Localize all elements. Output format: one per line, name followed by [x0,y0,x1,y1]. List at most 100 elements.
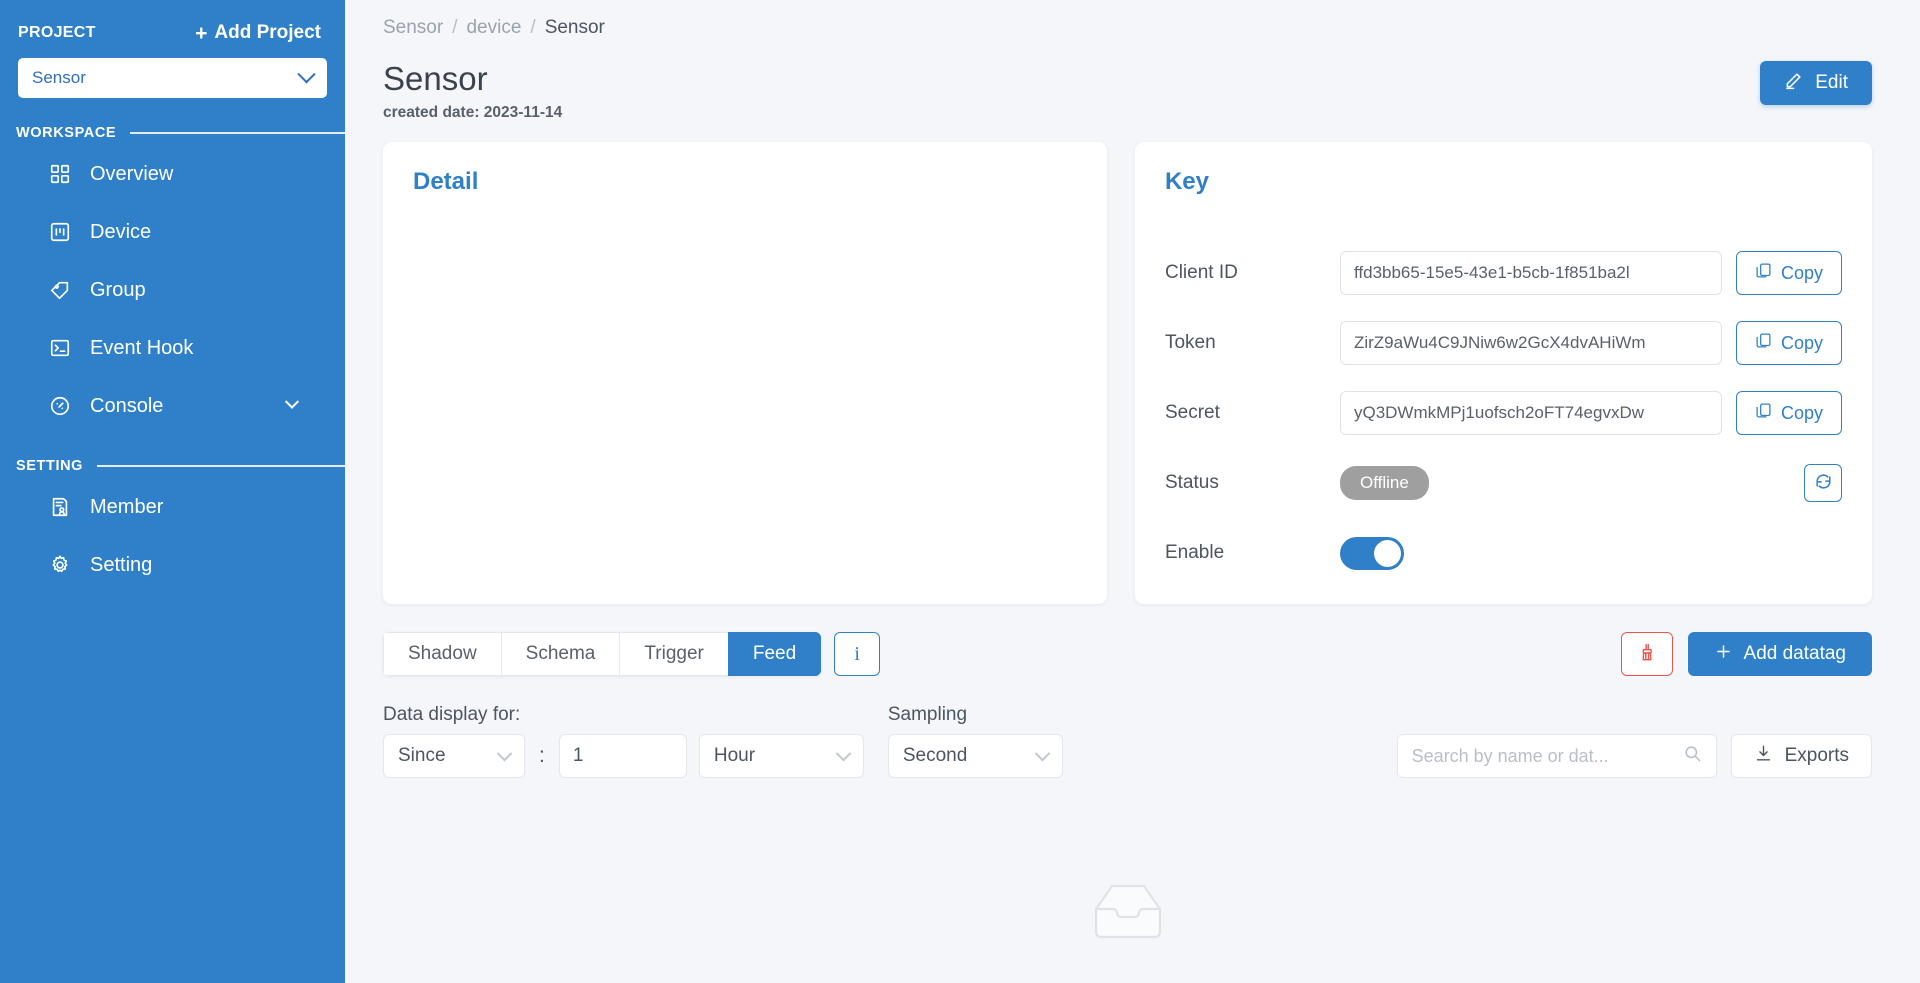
filter-right-actions: Exports [1396,734,1872,779]
sampling-group: Sampling Second [887,704,1063,779]
sampling-value: Second [902,745,968,767]
data-display-controls: Since : Hour [383,734,864,779]
search-input[interactable] [1411,745,1683,767]
sidebar-item-event-hook[interactable]: Event Hook [0,323,345,373]
copy-label: Copy [1780,332,1823,353]
chevron-down-icon [297,64,316,83]
project-selector-value: Sensor [32,68,86,87]
sidebar: PROJECT + Add Project Sensor WORKSPACE O… [0,0,345,983]
sidebar-item-setting[interactable]: Setting [0,540,345,590]
search-box[interactable] [1396,734,1717,779]
chevron-down-icon[interactable] [284,394,300,409]
tag-icon [48,278,72,302]
detail-card: Detail [383,142,1107,605]
workspace-section-header: WORKSPACE [16,125,345,141]
range-unit-value: Hour [713,745,756,767]
tab-schema[interactable]: Schema [500,632,620,677]
refresh-icon [1814,472,1833,494]
workspace-label: WORKSPACE [16,125,117,141]
main-content: Sensor / device / Sensor Sensor created … [345,0,1920,983]
copy-icon [1755,402,1772,424]
sidebar-item-group[interactable]: Group [0,265,345,315]
member-list-icon [48,495,72,519]
tab-shadow[interactable]: Shadow [383,632,501,677]
tab-feed[interactable]: Feed [727,632,822,677]
sampling-label: Sampling [887,704,968,726]
status-badge: Offline [1339,466,1429,501]
range-mode-select[interactable]: Since [383,734,525,779]
grid-icon [48,162,72,186]
token-input[interactable] [1339,321,1722,366]
detail-card-title: Detail [413,168,479,196]
key-row-client-id: Client ID Copy [1165,238,1842,308]
sidebar-project-label: PROJECT [18,24,96,41]
sampling-select[interactable]: Second [887,734,1063,779]
broom-clear-icon [1637,643,1657,666]
exports-button[interactable]: Exports [1730,734,1872,779]
breadcrumb: Sensor / device / Sensor [383,0,1872,39]
page-header: Sensor created date: 2023-11-14 Edit [383,60,1872,122]
tab-trigger[interactable]: Trigger [619,632,728,677]
sidebar-item-label: Member [90,495,164,518]
copy-icon [1755,332,1772,354]
range-unit-select[interactable]: Hour [698,734,864,779]
breadcrumb-item-2[interactable]: device [466,17,521,39]
key-row-secret: Secret Copy [1165,378,1842,448]
key-card: Key Client ID Copy [1134,142,1872,605]
refresh-status-button[interactable] [1804,464,1842,503]
add-project-button[interactable]: + Add Project [195,22,321,44]
breadcrumb-item-current: Sensor [544,17,605,38]
empty-inbox-icon [1085,878,1171,949]
pencil-icon [1784,70,1804,96]
data-display-group: Data display for: Since : Hour [383,704,864,779]
edit-button[interactable]: Edit [1760,61,1872,105]
empty-state [383,878,1872,949]
toggle-knob [1373,539,1401,567]
add-datatag-label: Add datatag [1743,643,1846,665]
setting-label: SETTING [16,458,84,474]
info-button[interactable]: i [834,632,881,677]
setting-section-header: SETTING [16,458,345,474]
gear-icon [48,553,72,577]
sidebar-item-label: Group [90,278,146,301]
search-icon [1683,744,1702,768]
cards-row: Detail Key Client ID ffd3bb65-15e5-43e1-… [383,142,1872,605]
breadcrumb-separator: / [452,17,458,38]
copy-client-id-button[interactable]: Copy [1735,251,1842,296]
breadcrumb-item-1[interactable]: Sensor [383,17,443,39]
client-id-input[interactable] [1339,251,1722,296]
copy-label: Copy [1780,402,1823,423]
device-board-icon [48,220,72,244]
sidebar-project-header: PROJECT + Add Project [0,0,345,44]
clear-data-button[interactable] [1620,632,1673,677]
sidebar-item-overview[interactable]: Overview [0,149,345,199]
sidebar-item-label: Device [90,220,152,243]
range-value-input[interactable] [558,734,687,779]
secret-input[interactable] [1339,391,1722,436]
tab-row-actions: Add datatag [1620,632,1872,677]
copy-secret-button[interactable]: Copy [1735,391,1842,436]
chevron-down-icon [496,745,513,762]
exports-label: Exports [1784,745,1849,767]
plus-icon: + [195,21,208,45]
sidebar-item-label: Setting [90,553,153,576]
add-project-label: Add Project [214,22,321,43]
sidebar-item-device[interactable]: Device [0,207,345,257]
key-rows: Client ID Copy Token [1165,238,1842,588]
copy-icon [1755,262,1772,284]
sidebar-item-label: Overview [90,162,174,185]
page-header-text: Sensor created date: 2023-11-14 [383,60,562,122]
key-row-enable: Enable [1165,518,1842,588]
sidebar-item-console[interactable]: Console [0,381,345,431]
tab-row: Shadow Schema Trigger Feed i Add datatag [383,632,1872,677]
enable-toggle[interactable] [1339,536,1404,570]
add-datatag-button[interactable]: Add datatag [1687,632,1872,677]
key-row-token: Token Copy [1165,308,1842,378]
sidebar-item-member[interactable]: Member [0,482,345,532]
page-title: Sensor [383,60,488,97]
copy-label: Copy [1780,262,1823,283]
sidebar-item-label: Console [90,394,164,417]
copy-token-button[interactable]: Copy [1735,321,1842,366]
project-selector[interactable]: Sensor [18,58,327,98]
key-card-title: Key [1164,168,1209,196]
